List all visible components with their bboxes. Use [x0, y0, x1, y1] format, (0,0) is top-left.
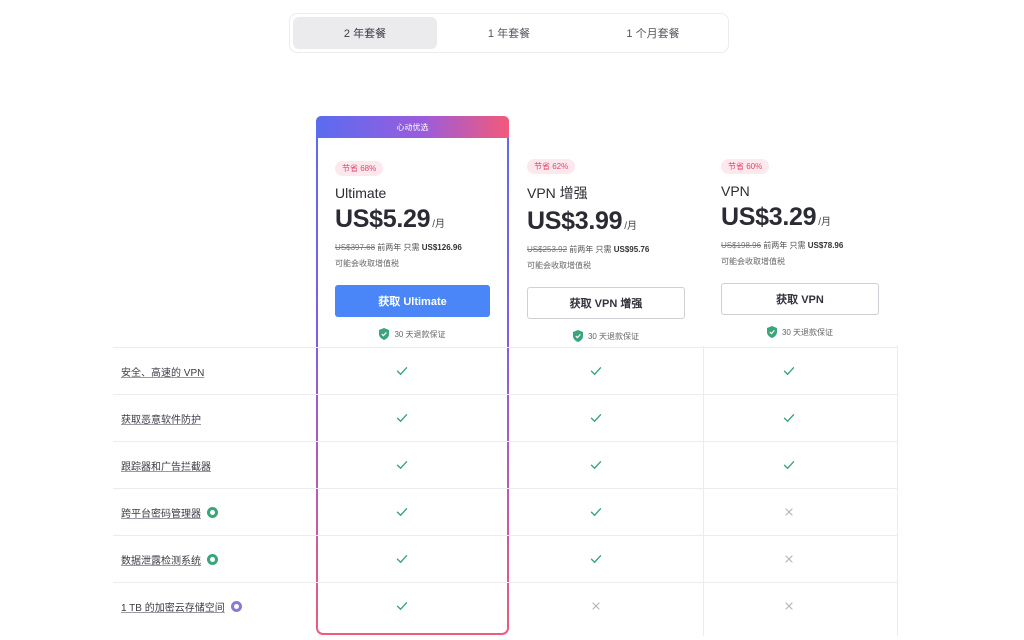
original-price: US$198.96	[721, 241, 762, 250]
tax-note: 可能会收取增值税	[335, 259, 399, 268]
feature-label[interactable]: 安全、高速的 VPN	[121, 364, 204, 379]
check-icon	[396, 414, 408, 423]
tax-note: 可能会收取增值税	[527, 261, 591, 270]
price-period: /月	[624, 221, 637, 232]
column-divider	[703, 346, 704, 636]
feature-row-divider	[113, 394, 898, 395]
addon-info-icon[interactable]	[230, 601, 242, 612]
feature-label-text: 跟踪器和广告拦截器	[121, 462, 211, 473]
addon-info-icon[interactable]	[207, 554, 218, 565]
guarantee-text: 30 天退款保证	[587, 331, 640, 341]
feature-label[interactable]: 1 TB 的加密云存储空间	[121, 599, 242, 614]
plan-card-ultimate: 心动优选 节省 68% Ultimate US$5.29 /月 US$397.6…	[316, 116, 509, 635]
shield-check-icon	[379, 328, 390, 340]
feature-row-divider	[113, 488, 898, 489]
check-icon	[590, 414, 602, 423]
plan-duration-tabs: 2 年套餐 1 年套餐 1 个月套餐	[289, 13, 729, 53]
check-icon	[396, 508, 408, 517]
billing-total: US$78.96	[807, 241, 844, 250]
feature-row-divider	[113, 582, 898, 583]
plan-price: US$3.99	[527, 207, 623, 235]
feature-row-divider	[113, 441, 898, 442]
plan-card-vpn: 节省 60% VPN US$3.29 /月 US$198.96 前两年 只需 U…	[704, 140, 896, 346]
savings-badge: 节省 60%	[721, 159, 770, 174]
cross-icon	[592, 602, 600, 610]
check-icon	[590, 508, 602, 517]
price-period: /月	[818, 217, 831, 228]
tab-1-year[interactable]: 1 年套餐	[437, 17, 581, 49]
feature-label-text: 1 TB 的加密云存储空间	[121, 603, 225, 614]
check-icon	[783, 367, 795, 376]
get-vpn-plus-button[interactable]: 获取 VPN 增强	[527, 287, 685, 319]
billing-mid-text: 前两年 只需	[763, 241, 806, 250]
check-icon	[396, 555, 408, 564]
get-ultimate-button[interactable]: 获取 Ultimate	[335, 285, 490, 317]
plan-price: US$3.29	[721, 203, 817, 231]
plan-name: Ultimate	[335, 185, 387, 201]
check-icon	[783, 461, 795, 470]
tab-2-year[interactable]: 2 年套餐	[293, 17, 437, 49]
shield-check-icon	[766, 326, 777, 338]
guarantee-text: 30 天退款保证	[394, 329, 446, 339]
plan-price: US$5.29	[335, 205, 431, 233]
billing-info: US$397.68 前两年 只需 US$126.96	[335, 242, 490, 253]
billing-info: US$253.92 前两年 只需 US$95.76	[527, 244, 685, 255]
feature-label-text: 安全、高速的 VPN	[121, 368, 205, 379]
plan-name: VPN 增强	[527, 185, 588, 201]
billing-mid-text: 前两年 只需	[377, 243, 420, 252]
refund-guarantee: 30 天退款保证	[721, 326, 879, 338]
feature-label-text: 跨平台密码管理器	[121, 509, 201, 520]
check-icon	[396, 602, 408, 611]
feature-row-divider	[113, 535, 898, 536]
get-vpn-button[interactable]: 获取 VPN	[721, 283, 879, 315]
feature-label-text: 获取恶意软件防护	[121, 415, 201, 426]
check-icon	[396, 461, 408, 470]
shield-check-icon	[572, 330, 583, 342]
savings-badge: 节省 68%	[335, 161, 384, 176]
check-icon	[590, 555, 602, 564]
billing-total: US$126.96	[421, 243, 462, 252]
column-divider	[897, 346, 898, 636]
billing-info: US$198.96 前两年 只需 US$78.96	[721, 240, 879, 251]
original-price: US$397.68	[335, 243, 376, 252]
check-icon	[783, 414, 795, 423]
feature-row-divider	[113, 347, 898, 348]
check-icon	[396, 367, 408, 376]
plan-card-vpn-plus: 节省 62% VPN 增强 US$3.99 /月 US$253.92 前两年 只…	[510, 140, 702, 346]
savings-badge: 节省 62%	[527, 159, 576, 174]
check-icon	[590, 461, 602, 470]
feature-label[interactable]: 跟踪器和广告拦截器	[121, 458, 211, 473]
cross-icon	[785, 555, 793, 563]
plan-name: VPN	[721, 183, 750, 199]
original-price: US$253.92	[527, 245, 568, 254]
featured-banner: 心动优选	[316, 116, 509, 138]
tax-note: 可能会收取增值税	[721, 257, 785, 266]
feature-label[interactable]: 跨平台密码管理器	[121, 505, 218, 520]
feature-label[interactable]: 获取恶意软件防护	[121, 411, 201, 426]
billing-mid-text: 前两年 只需	[569, 245, 612, 254]
refund-guarantee: 30 天退款保证	[335, 328, 490, 340]
check-icon	[590, 367, 602, 376]
cross-icon	[785, 602, 793, 610]
addon-info-icon[interactable]	[207, 507, 218, 518]
tab-1-month[interactable]: 1 个月套餐	[581, 17, 725, 49]
price-period: /月	[432, 219, 445, 230]
guarantee-text: 30 天退款保证	[781, 327, 834, 337]
refund-guarantee: 30 天退款保证	[527, 330, 685, 342]
cross-icon	[785, 508, 793, 516]
billing-total: US$95.76	[613, 245, 650, 254]
feature-label-text: 数据泄露检测系统	[121, 556, 201, 567]
feature-label[interactable]: 数据泄露检测系统	[121, 552, 218, 567]
